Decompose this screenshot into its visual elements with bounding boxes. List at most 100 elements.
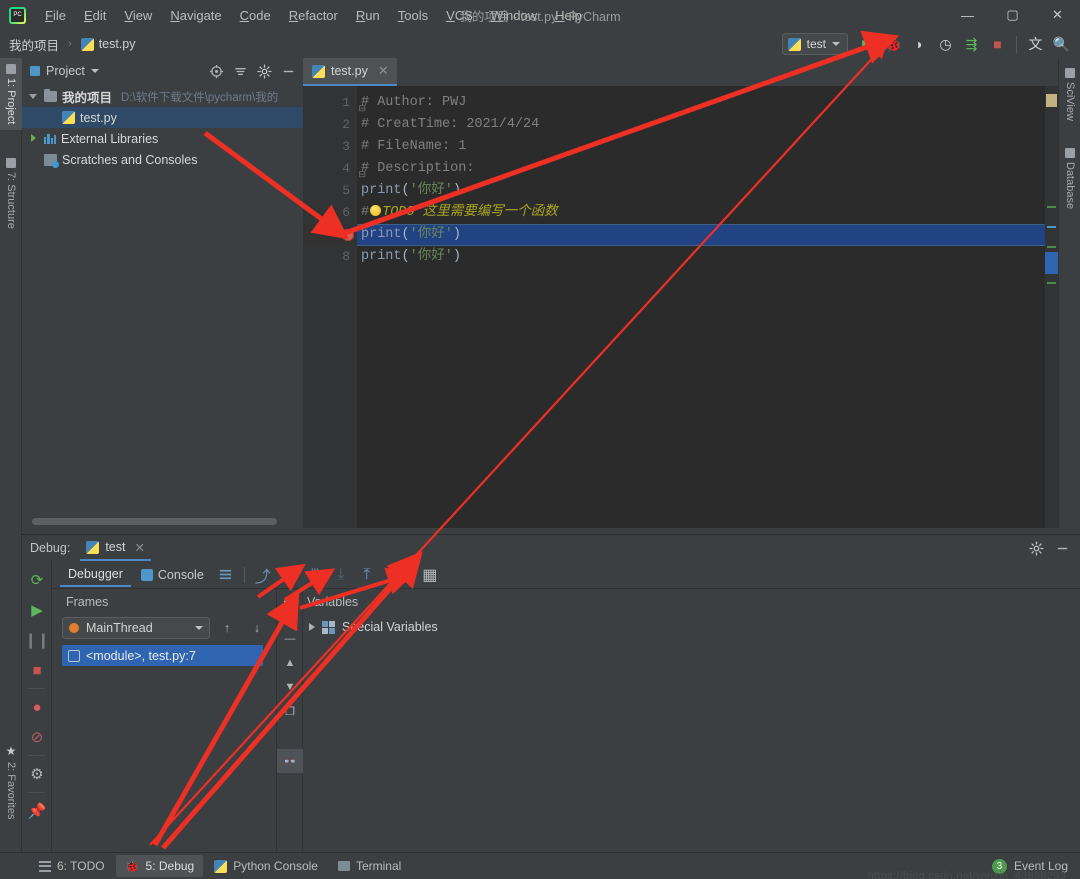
debug-button[interactable]: 🐞	[881, 32, 906, 56]
maximize-button[interactable]: ▢	[990, 0, 1035, 30]
tree-item-test-py[interactable]: test.py	[22, 107, 303, 128]
sidebar-item-favorites[interactable]: ★ 2: Favorites	[0, 738, 22, 825]
code-line[interactable]: # Description:	[357, 158, 1045, 180]
line-number-gutter[interactable]: 1⊟ 2 3 4⊟ 5 6 7 8	[303, 86, 366, 528]
watches-button[interactable]: 👓	[277, 749, 303, 773]
status-tab-6--todo[interactable]: 6: TODO	[30, 855, 114, 877]
view-breakpoints-button[interactable]: ●	[22, 692, 52, 722]
code-line[interactable]: # CreatTime: 2021/4/24	[357, 114, 1045, 136]
menu-item-run[interactable]: Run	[347, 4, 389, 27]
menu-item-window[interactable]: Window	[482, 4, 546, 27]
sidebar-item-sciview[interactable]: SciView	[1059, 62, 1080, 127]
line-number[interactable]: 4 ⊟	[303, 158, 366, 180]
tree-toggle-icon[interactable]	[46, 112, 57, 123]
run-configuration-selector[interactable]: test	[781, 33, 848, 55]
run-coverage-button[interactable]: ◗	[907, 32, 932, 56]
code-line[interactable]: # TODO 这里需要编写一个函数	[357, 202, 1045, 224]
line-number[interactable]: 8	[303, 246, 357, 268]
project-horizontal-scrollbar[interactable]	[22, 518, 303, 525]
menu-item-code[interactable]: Code	[231, 4, 280, 27]
tree-item-external-libraries[interactable]: External Libraries	[22, 128, 303, 149]
gutter-marker[interactable]	[1047, 206, 1056, 208]
pin-tab-button[interactable]: 📌	[22, 796, 52, 826]
line-number[interactable]: 5	[303, 180, 357, 202]
code-line[interactable]: # Author: PWJ	[357, 92, 1045, 114]
thread-selector[interactable]: MainThread	[62, 617, 210, 639]
gutter-marker[interactable]	[1047, 246, 1056, 248]
resume-program-button[interactable]: ▶	[22, 595, 52, 625]
gutter-marker[interactable]	[1047, 226, 1056, 228]
code-line[interactable]: print('你好')	[357, 224, 1045, 246]
status-tab-terminal[interactable]: Terminal	[329, 855, 410, 877]
copy-button[interactable]: ❐	[277, 699, 303, 723]
scroll-up-button[interactable]: ▲	[277, 651, 303, 675]
pause-program-button[interactable]: ❙❙	[22, 625, 52, 655]
tree-toggle-icon[interactable]	[28, 91, 39, 102]
mute-breakpoints-button[interactable]: ⊘	[22, 722, 52, 752]
tree-toggle-icon[interactable]	[28, 133, 39, 144]
profile-button[interactable]: ◷	[933, 32, 958, 56]
scrollbar-thumb[interactable]	[32, 518, 277, 525]
line-number[interactable]: 2	[303, 114, 357, 136]
menu-item-help[interactable]: Help	[546, 4, 591, 27]
collapse-all-button[interactable]	[229, 60, 251, 82]
frame-list-item[interactable]: <module>, test.py:7	[62, 645, 270, 666]
settings-button[interactable]: ⚙	[22, 759, 52, 789]
code-line[interactable]: print('你好')	[357, 180, 1045, 202]
line-number[interactable]: 7	[303, 224, 357, 246]
code-content[interactable]: # Author: PWJ # CreatTime: 2021/4/24 # Fil…	[357, 86, 1045, 528]
stop-button[interactable]: ■	[22, 655, 52, 685]
rerun-button[interactable]: ⟳	[22, 565, 52, 595]
scroll-from-source-button[interactable]	[205, 60, 227, 82]
stop-button[interactable]: ■	[985, 32, 1010, 56]
editor-tab-test-py[interactable]: test.py ✕	[303, 58, 397, 86]
sidebar-item-database[interactable]: Database	[1059, 142, 1080, 215]
chevron-right-icon[interactable]	[309, 623, 315, 631]
hide-panel-button[interactable]	[277, 60, 299, 82]
menu-item-vcs[interactable]: VCS	[437, 4, 482, 27]
translate-button[interactable]: 文	[1023, 32, 1048, 56]
step-out-button[interactable]: ⤒	[355, 563, 379, 587]
tab-debugger[interactable]: Debugger	[60, 563, 131, 587]
gear-icon[interactable]	[253, 60, 275, 82]
variable-row-special[interactable]: Special Variables	[303, 615, 1080, 639]
menu-item-view[interactable]: View	[115, 4, 161, 27]
line-number[interactable]: 6	[303, 202, 357, 224]
layout-settings-button[interactable]	[214, 563, 238, 587]
menu-item-tools[interactable]: Tools	[389, 4, 437, 27]
run-to-cursor-button[interactable]: ⤵	[381, 563, 405, 587]
tab-console[interactable]: Console	[133, 564, 212, 586]
force-step-into-button[interactable]: ⤓	[329, 563, 353, 587]
run-button[interactable]: ▶	[855, 32, 880, 56]
minimize-button[interactable]: —	[945, 0, 990, 30]
collapse-button[interactable]: —	[277, 627, 303, 651]
frames-scrollbar[interactable]	[263, 615, 276, 853]
hide-panel-button[interactable]	[1050, 536, 1074, 560]
close-button[interactable]: ✕	[1035, 0, 1080, 30]
search-everywhere-button[interactable]: 🔍	[1049, 32, 1074, 56]
code-line[interactable]: print('你好')	[357, 246, 1045, 268]
tree-toggle-icon[interactable]	[28, 154, 39, 165]
breakpoint-icon[interactable]	[342, 229, 354, 241]
project-chevron-down-icon[interactable]	[90, 69, 99, 73]
step-into-button[interactable]: ⤋	[303, 563, 327, 587]
evaluate-expression-button[interactable]: ▦	[418, 563, 442, 587]
scroll-down-button[interactable]: ▼	[277, 675, 303, 699]
run-with-console-button[interactable]: ⇶	[959, 32, 984, 56]
code-line[interactable]: # FileName: 1	[357, 136, 1045, 158]
marker-gutter[interactable]	[1045, 86, 1058, 528]
close-icon[interactable]: ✕	[134, 540, 144, 555]
show-execution-point-button[interactable]: ⤴	[251, 563, 275, 587]
gear-icon[interactable]	[1024, 536, 1048, 560]
step-over-button[interactable]: ⤓	[277, 563, 301, 587]
status-tab-5--debug[interactable]: 🐞 5: Debug	[115, 855, 204, 877]
breadcrumb-file[interactable]: test.py	[99, 37, 136, 51]
close-icon[interactable]: ✕	[378, 63, 389, 79]
line-number[interactable]: 1 ⊟	[303, 92, 366, 114]
menu-item-edit[interactable]: Edit	[75, 4, 115, 27]
breadcrumb-project[interactable]: 我的项目	[9, 35, 59, 54]
menu-item-file[interactable]: File	[36, 4, 75, 27]
code-editor[interactable]: 1⊟ 2 3 4⊟ 5 6 7 8 # Author: PWJ # CreatTime: 202…	[303, 86, 1058, 528]
debug-session-tab[interactable]: test ✕	[80, 535, 151, 561]
status-tab-python-console[interactable]: Python Console	[205, 855, 327, 877]
